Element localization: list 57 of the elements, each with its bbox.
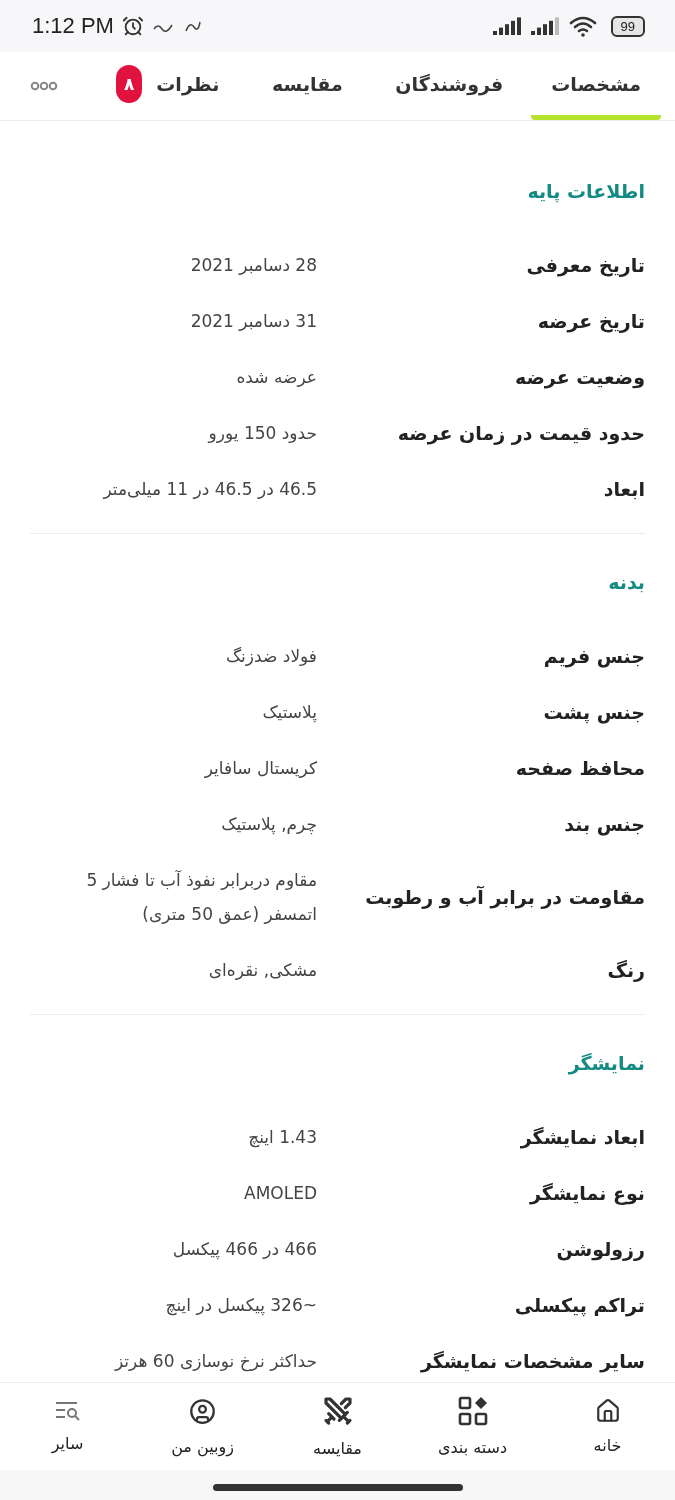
- spec-value: 46.5 در 46.5 در 11 میلی‌متر: [101, 478, 317, 501]
- spec-label: تاریخ عرضه: [536, 309, 645, 335]
- spec-label: سایر مشخصات نمایشگر: [419, 1349, 645, 1375]
- nav-item[interactable]: مقایسه: [270, 1383, 405, 1470]
- spec-value: مشکی, نقره‌ای: [207, 959, 317, 982]
- count-badge: ۸: [115, 64, 143, 103]
- spec-label: ابعاد نمایشگر: [519, 1125, 645, 1151]
- spec-value: 466 در 466 پیکسل: [171, 1238, 317, 1262]
- spec-label: حدود قیمت در زمان عرضه: [396, 421, 645, 447]
- alarm-icon: [121, 15, 144, 37]
- spec-value: پلاستیک: [261, 701, 317, 725]
- spec-label: مقاومت در برابر آب و رطوبت: [364, 885, 645, 911]
- nav-item[interactable]: سایر: [0, 1383, 135, 1470]
- grid-icon: [457, 1396, 488, 1426]
- spec-value: عرضه شده: [235, 366, 317, 389]
- wifi-icon: [568, 15, 597, 37]
- spec-value: 28 دسامبر 2021: [189, 254, 317, 277]
- section-title: اطلاعات پایه: [526, 179, 645, 205]
- section-title: نمایشگر: [567, 1051, 645, 1077]
- swords-icon: [321, 1395, 354, 1427]
- spec-label: جنس بند: [563, 812, 645, 838]
- spec-label: نوع نمایشگر: [528, 1181, 645, 1207]
- spec-value: 31 دسامبر 2021: [189, 310, 317, 333]
- battery-level: 99: [610, 15, 645, 37]
- section-title: بدنه: [607, 570, 645, 595]
- nav-item[interactable]: دسته بندی: [405, 1383, 540, 1470]
- tab[interactable]: مشخصات: [531, 52, 661, 120]
- spec-label: تراکم پیکسلی: [513, 1293, 645, 1319]
- spec-label: جنس فریم: [542, 644, 645, 670]
- signal-icon: [530, 17, 561, 35]
- spec-value: فولاد ضدزنگ: [224, 645, 317, 668]
- spec-label: رنگ: [606, 958, 645, 984]
- list-search-icon: [54, 1400, 81, 1422]
- tab[interactable]: مقایسه: [247, 52, 368, 120]
- tab[interactable]: نظرات ۸: [95, 52, 240, 120]
- spec-value: حداکثر نرخ نوسازی 60 هرتز: [113, 1350, 317, 1374]
- spec-value: مقاوم دربرابر نفوذ آب تا فشار 5 اتمسفر (عمق 50 متری): [85, 869, 317, 926]
- spec-value: ~326 پیکسل در اینچ: [164, 1294, 317, 1318]
- spec-label: جنس پشت: [542, 700, 645, 726]
- spec-label: تاریخ معرفی: [525, 253, 645, 279]
- spec-value: چرم, پلاستیک: [220, 813, 317, 837]
- nav-item[interactable]: زوبین من: [135, 1383, 270, 1470]
- spec-value: حدود 150 یورو: [206, 422, 317, 445]
- spec-value: AMOLED: [243, 1182, 317, 1205]
- spec-label: ابعاد: [602, 477, 645, 502]
- spec-value: 1.43 اینچ: [247, 1126, 317, 1150]
- spec-value: کریستال سافایر: [203, 757, 317, 780]
- nav-item[interactable]: خانه: [540, 1383, 675, 1470]
- status-time: 1:12 PM: [32, 13, 114, 39]
- signal-icon: [492, 17, 523, 35]
- spec-label: وضعیت عرضه: [513, 365, 645, 391]
- user-icon: [189, 1397, 216, 1425]
- spec-label: محافظ صفحه: [514, 756, 645, 781]
- home-icon: [594, 1398, 621, 1424]
- spec-label: رزولوشن: [555, 1237, 645, 1263]
- tab[interactable]: فروشندگان: [375, 52, 524, 120]
- more-icon: [30, 81, 58, 91]
